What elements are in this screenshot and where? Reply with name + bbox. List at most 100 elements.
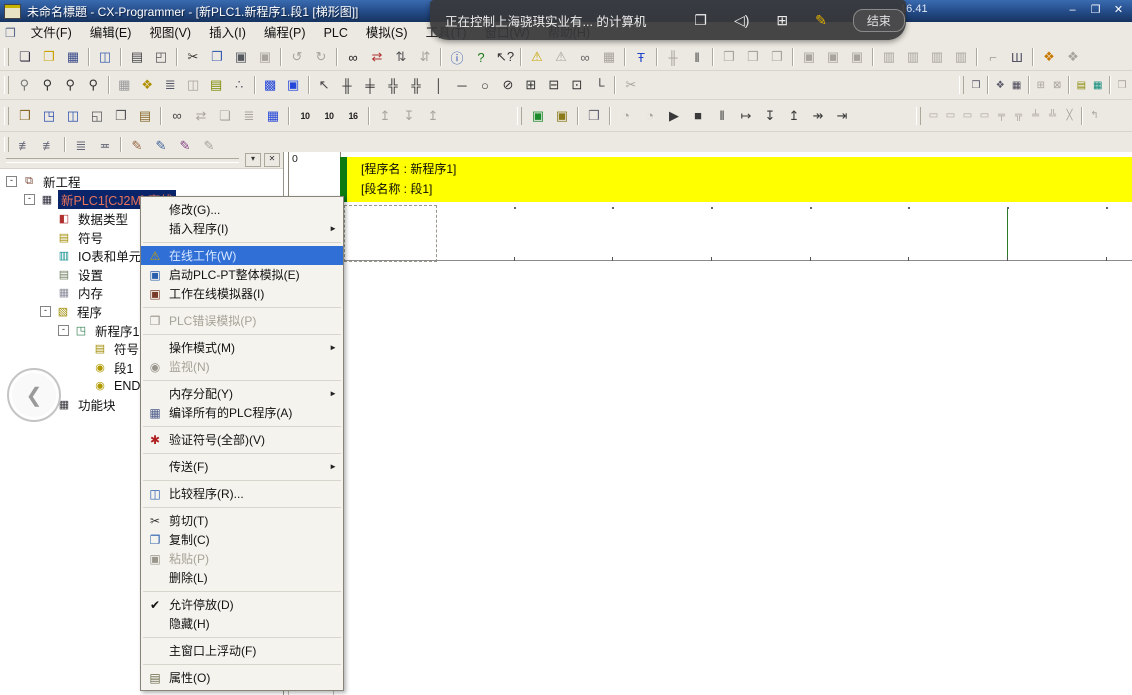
net-return-button[interactable]: ↰ xyxy=(1087,106,1102,126)
io-table-view-button[interactable]: ▥ xyxy=(878,47,900,67)
watch-grid-button[interactable]: ▦ xyxy=(262,106,284,126)
expand-collapse-icon[interactable]: - xyxy=(40,306,51,317)
menu-item-allow-docking[interactable]: ✔允许停放(D) xyxy=(141,595,343,614)
menu-item-cut[interactable]: ✂剪切(T) xyxy=(141,511,343,530)
laser-pen-icon[interactable]: ✎ xyxy=(815,12,827,29)
toolbar-grip[interactable] xyxy=(959,76,964,94)
net-junction1-button[interactable]: ╤ xyxy=(994,106,1009,126)
work-online-toolbar-button[interactable]: ⚠ xyxy=(526,47,548,67)
function-return-button[interactable]: └ xyxy=(589,75,610,95)
menu-item-plc-error-simulation[interactable]: ❒PLC错误模拟(P) xyxy=(141,311,343,330)
window-properties-button[interactable]: ▤ xyxy=(134,106,156,126)
menubar-item-4[interactable]: 编程(P) xyxy=(255,23,315,44)
select-mode-button[interactable]: ↖ xyxy=(314,75,335,95)
transfer-program-button[interactable]: ❒ xyxy=(969,75,983,95)
coil-button[interactable]: ○ xyxy=(474,75,495,95)
instruction-closed-button[interactable]: ⊟ xyxy=(543,75,564,95)
menu-item-compile-all-plc-programs[interactable]: ▦编译所有的PLC程序(A) xyxy=(141,403,343,422)
menu-item-copy[interactable]: ❐复制(C) xyxy=(141,530,343,549)
online-edit-send-button[interactable]: ⊠ xyxy=(1050,75,1064,95)
mdi-child-icon[interactable]: ❒ xyxy=(5,26,16,40)
net-junction2-button[interactable]: ╦ xyxy=(1011,106,1026,126)
mnemonics-view-button[interactable]: ▩ xyxy=(260,75,281,95)
transfer-doc3-button[interactable]: ❒ xyxy=(766,47,788,67)
zoom-out-button[interactable]: ⚲ xyxy=(37,75,58,95)
plc-monitor3-button[interactable]: ▣ xyxy=(846,47,868,67)
rung-shadow-button[interactable]: ❖ xyxy=(137,75,158,95)
dock-handle[interactable] xyxy=(6,158,239,163)
net-junction4-button[interactable]: ╩ xyxy=(1045,106,1060,126)
net-junction3-button[interactable]: ╧ xyxy=(1028,106,1043,126)
net-segment4-button[interactable]: ▭ xyxy=(977,106,992,126)
compile-button[interactable]: ❖ xyxy=(993,75,1007,95)
simulator-online-button[interactable]: ▣ xyxy=(527,106,549,126)
menu-item-transfer[interactable]: 传送(F)► xyxy=(141,457,343,476)
find-symbol-button[interactable]: ∞ xyxy=(166,106,188,126)
toolbar-grip[interactable] xyxy=(916,107,921,125)
sim-pause-button[interactable]: ‖ xyxy=(711,106,733,126)
auto-online-button[interactable]: ⚠ xyxy=(550,47,572,67)
menubar-item-0[interactable]: 文件(F) xyxy=(22,23,81,44)
watch-window-button[interactable]: ▣ xyxy=(283,75,304,95)
menu-item-work-online[interactable]: ⚠在线工作(W) xyxy=(141,246,343,265)
help-button[interactable]: ? xyxy=(470,47,492,67)
rung-comment-button[interactable]: ≣ xyxy=(160,75,181,95)
save-button[interactable]: ▦ xyxy=(62,47,84,67)
contact-no-button[interactable]: ╫ xyxy=(337,75,358,95)
online-table-button[interactable]: ▦ xyxy=(598,47,620,67)
paste-button[interactable]: ▣ xyxy=(230,47,252,67)
zoom-in-button[interactable]: ⚲ xyxy=(60,75,81,95)
toolbar-grip[interactable] xyxy=(4,107,9,125)
menu-item-operating-mode[interactable]: 操作模式(M)► xyxy=(141,338,343,357)
sim-stop-button[interactable]: ■ xyxy=(687,106,709,126)
menubar-item-2[interactable]: 视图(V) xyxy=(140,23,200,44)
menubar-item-1[interactable]: 编辑(E) xyxy=(81,23,141,44)
contact-or-no-button[interactable]: ╬ xyxy=(382,75,403,95)
plc-monitor2-button[interactable]: ▣ xyxy=(822,47,844,67)
transfer-to-plc-button[interactable]: Ŧ xyxy=(630,47,652,67)
decimal-view-button[interactable]: 10 xyxy=(294,106,316,126)
find-all-button[interactable]: ⇵ xyxy=(414,47,436,67)
net-segment3-button[interactable]: ▭ xyxy=(960,106,975,126)
simulator-doc-button[interactable]: ❒ xyxy=(583,106,605,126)
menu-item-start-plc-pt-simulation[interactable]: ▣启动PLC-PT整体模拟(E) xyxy=(141,265,343,284)
sim-scan-button[interactable]: ◔ xyxy=(615,106,637,126)
pause-monitor-button[interactable]: ‖ xyxy=(686,47,708,67)
menubar-item-3[interactable]: 插入(I) xyxy=(200,23,255,44)
address-list-button[interactable]: ≣ xyxy=(238,106,260,126)
about-button[interactable]: ⓘ xyxy=(446,47,468,67)
toolbar-grip[interactable] xyxy=(4,48,9,66)
copy-button[interactable]: ❐ xyxy=(206,47,228,67)
expand-collapse-icon[interactable]: - xyxy=(24,194,35,205)
coil-closed-button[interactable]: ⊘ xyxy=(497,75,518,95)
sim-run-button[interactable]: ▶ xyxy=(663,106,685,126)
sim-continuous-button[interactable]: ↠ xyxy=(807,106,829,126)
st-view-button[interactable]: ▦ xyxy=(1091,75,1105,95)
instruction-button[interactable]: ⊞ xyxy=(520,75,541,95)
grid-toggle-button[interactable]: ▦ xyxy=(114,75,135,95)
signed-decimal-view-button[interactable]: 10 xyxy=(318,106,340,126)
sim-to-end-button[interactable]: ⇥ xyxy=(831,106,853,126)
speaker-icon[interactable]: ◁) xyxy=(734,12,749,29)
print-button[interactable]: ▤ xyxy=(126,47,148,67)
redo-button[interactable]: ↻ xyxy=(310,47,332,67)
menu-item-modify[interactable]: 修改(G)... xyxy=(141,200,343,219)
menu-item-properties[interactable]: ▤属性(O) xyxy=(141,668,343,687)
window-misc-button[interactable]: ❒ xyxy=(1115,75,1129,95)
menu-item-delete[interactable]: 删除(L) xyxy=(141,568,343,587)
sim-step-out-button[interactable]: ↥ xyxy=(783,106,805,126)
transfer-doc2-button[interactable]: ❒ xyxy=(742,47,764,67)
force-off-button[interactable]: ↧ xyxy=(398,106,420,126)
sim-step-in-button[interactable]: ↧ xyxy=(759,106,781,126)
sim-mode-button[interactable]: ◔ xyxy=(639,106,661,126)
collapse-sidebar-button[interactable]: ❮ xyxy=(7,368,61,422)
online-find-button[interactable]: ∞ xyxy=(574,47,596,67)
minimize-button[interactable]: – xyxy=(1063,2,1082,17)
plc-monitor-button[interactable]: ▣ xyxy=(798,47,820,67)
horizontal-line-button[interactable]: ─ xyxy=(451,75,472,95)
context-help-button[interactable]: ↖? xyxy=(494,47,516,67)
vertical-line-button[interactable]: │ xyxy=(428,75,449,95)
toolbar-grip[interactable] xyxy=(517,107,522,125)
hex-view-button[interactable]: 16 xyxy=(342,106,364,126)
force-on-button[interactable]: ↥ xyxy=(374,106,396,126)
